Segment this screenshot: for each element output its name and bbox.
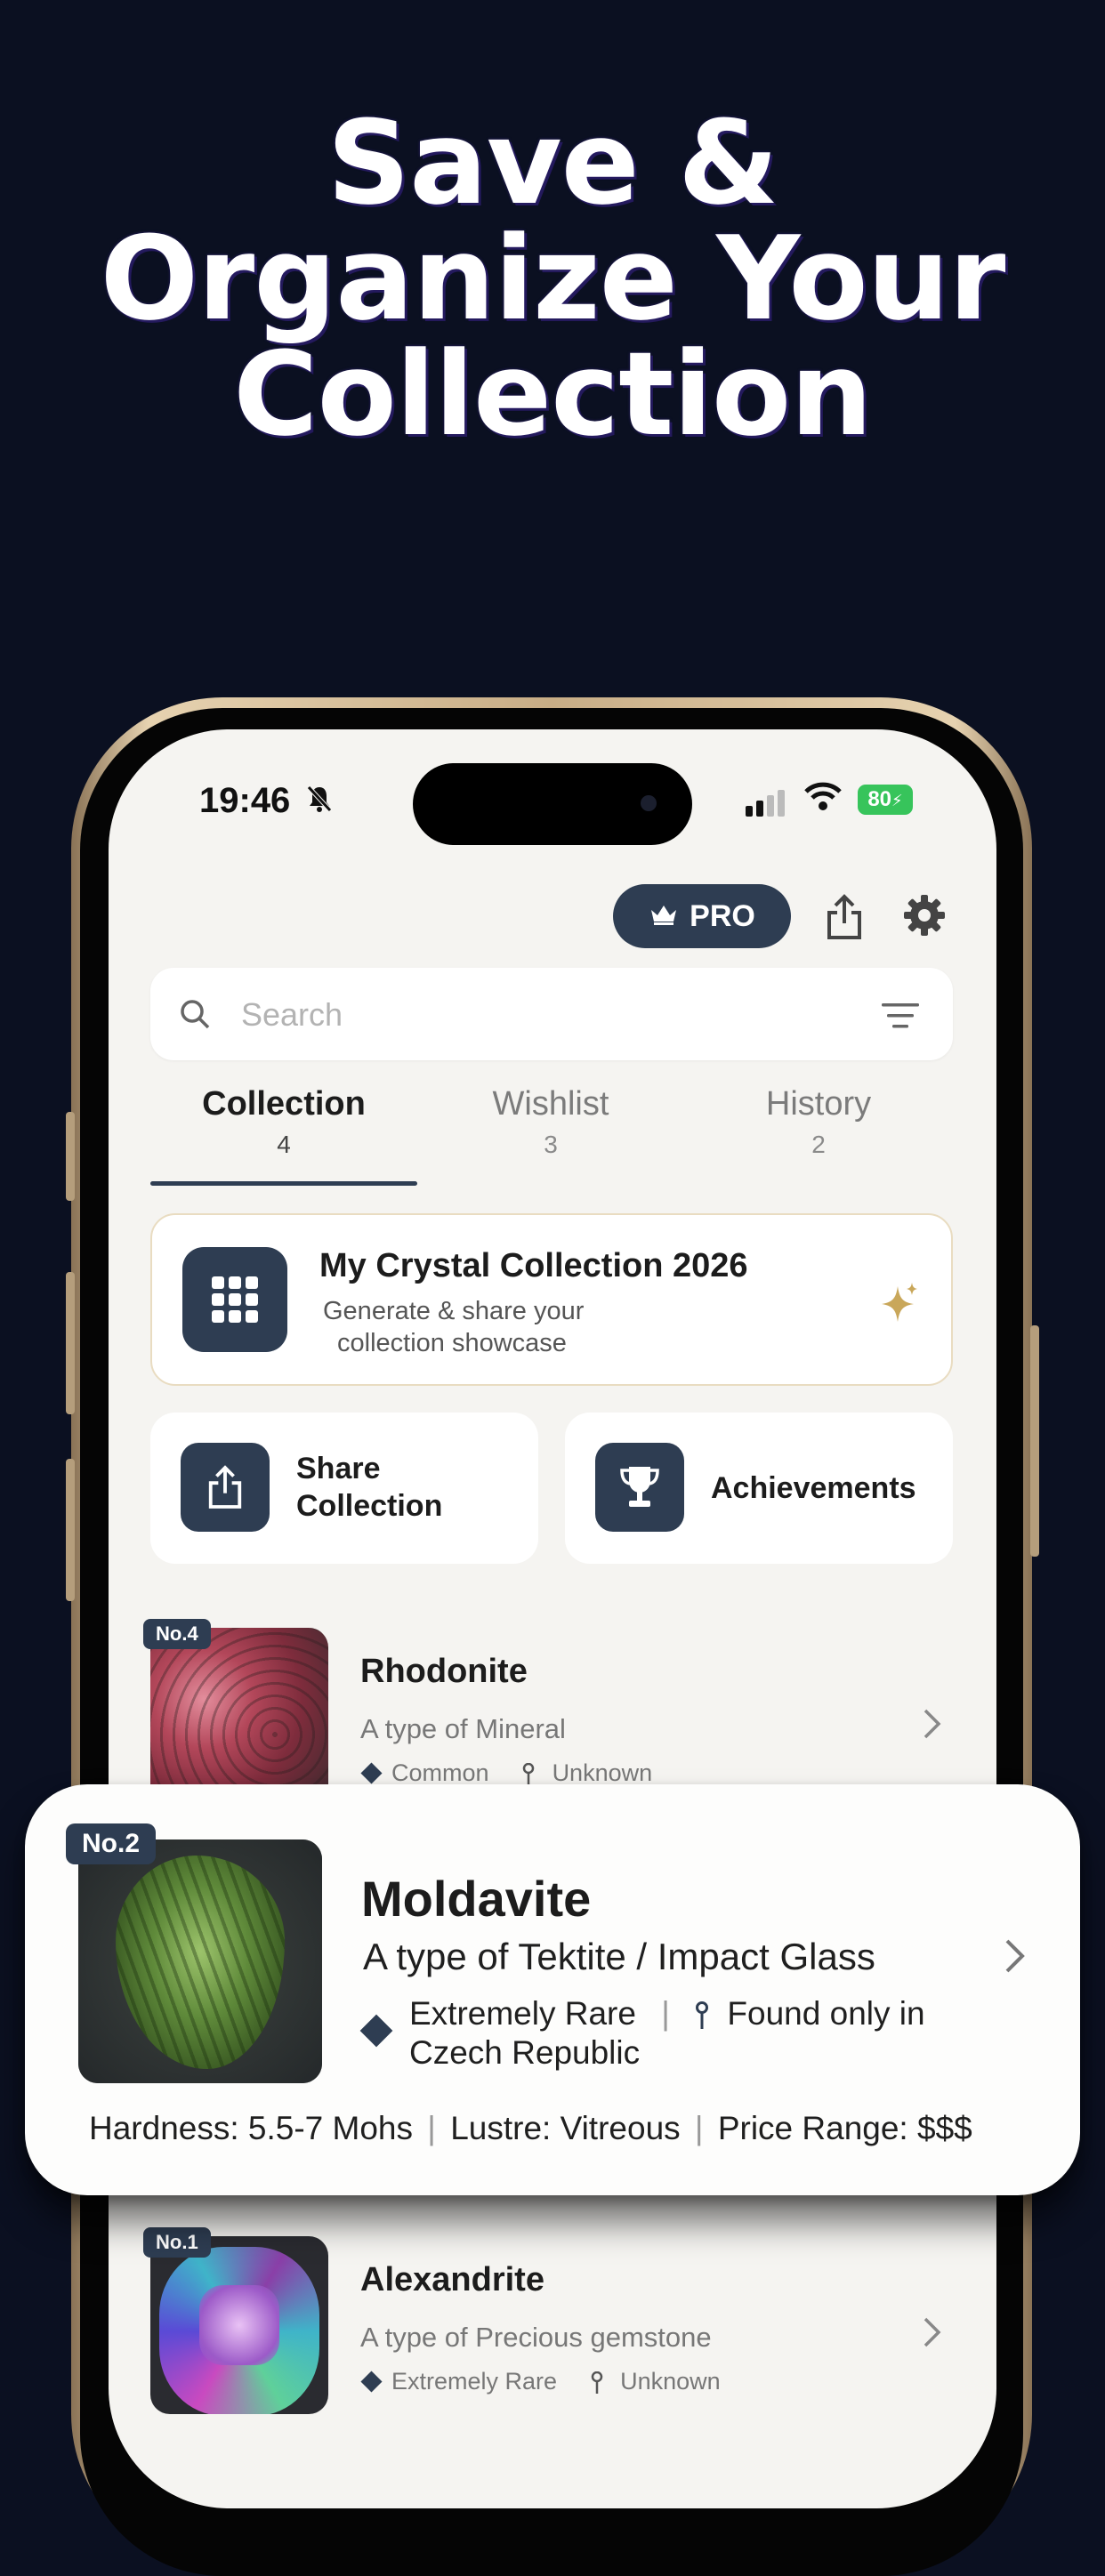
showcase-subtitle-line-2: collection showcase [337,1329,567,1357]
crown-icon [649,899,679,934]
achievements-card[interactable]: Achievements [565,1413,953,1564]
showcase-title: My Crystal Collection 2026 [319,1247,748,1284]
pro-button[interactable]: PRO [613,884,791,948]
pin-icon [695,1995,718,2032]
item-meta: Extremely Rare Unknown [360,2368,721,2395]
share-collection-label: Share Collection [296,1450,442,1525]
wifi-icon [804,781,842,816]
battery-indicator: 80⚡ [858,785,913,815]
pin-icon [522,1759,542,1786]
volume-button [66,1459,75,1601]
share-label-line-1: Share [296,1452,381,1485]
cellular-signal-icon [746,790,788,817]
rarity-icon [359,2014,393,2048]
status-time: 19:46 [199,781,291,820]
showcase-subtitle-line-1: Generate & share your [323,1297,585,1325]
item-properties: Hardness: 5.5-7 Mohs | Lustre: Vitreous … [89,2110,972,2146]
showcase-subtitle: Generate & share your collection showcas… [323,1295,584,1359]
share-icon [181,1443,270,1532]
list-item[interactable]: No.4 Rhodonite A type of Mineral Common … [143,1619,953,1806]
search-icon [179,998,211,1034]
rarity-icon [360,2371,383,2393]
chevron-right-icon [923,1708,942,1744]
headline-line-1: Save & [327,95,779,230]
item-name: Rhodonite [360,1653,528,1690]
search-bar[interactable]: Search [150,968,953,1060]
battery-level: 80 [867,787,892,811]
rank-badge: No.1 [143,2227,211,2258]
item-rarity: Common [391,1759,489,1786]
active-tab-indicator [150,1181,417,1186]
item-rarity: Extremely Rare [409,1995,636,2032]
tab-history[interactable]: History 2 [685,1085,952,1159]
chevron-right-icon [1004,1937,1027,1979]
alexandrite-image [150,2236,328,2414]
tab-collection[interactable]: Collection 4 [150,1085,417,1159]
gear-icon[interactable] [902,893,947,942]
item-type: A type of Tektite / Impact Glass [363,1936,875,1977]
achievements-label: Achievements [711,1471,916,1505]
trophy-icon [595,1443,684,1532]
headline-line-2: Organize Your [100,211,1006,346]
power-button [1030,1325,1039,1557]
collection-showcase-card[interactable]: My Crystal Collection 2026 Generate & sh… [150,1213,953,1386]
chevron-right-icon [923,2316,942,2353]
tab-label: Wishlist [492,1085,609,1123]
item-name: Moldavite [361,1871,592,1927]
item-price-range: Price Range: $$$ [717,2110,972,2146]
rarity-icon [360,1762,383,1784]
search-input[interactable]: Search [241,996,343,1034]
tab-count: 3 [544,1131,558,1158]
item-meta: Common Unknown [360,1759,652,1787]
item-lustre: Lustre: Vitreous [450,2110,681,2146]
rank-badge: No.4 [143,1619,211,1649]
featured-item-card[interactable]: No.2 Moldavite A type of Tektite / Impac… [25,1784,1080,2195]
headline: Save & Organize Your Collection [0,105,1105,452]
share-icon[interactable] [824,893,865,946]
item-name: Alexandrite [360,2261,544,2298]
headline-line-3: Collection [233,326,873,462]
moldavite-image [78,1839,322,2083]
item-hardness: Hardness: 5.5-7 Mohs [89,2110,414,2146]
pro-label: PRO [690,898,755,933]
rank-badge: No.2 [66,1823,157,1864]
item-location-line-2: Czech Republic [409,2034,641,2071]
bell-mute-icon [306,785,333,820]
grid-icon [182,1247,287,1352]
list-item[interactable]: No.1 Alexandrite A type of Precious gems… [143,2227,953,2414]
tab-count: 4 [277,1131,291,1158]
volume-up-button [66,1112,75,1201]
item-meta: Extremely Rare | Found only in Czech Rep… [409,1995,925,2071]
tab-wishlist[interactable]: Wishlist 3 [417,1085,684,1159]
phone-screen: 19:46 80⚡ PRO Search Collection 4 Wishli… [109,729,996,2508]
share-collection-card[interactable]: Share Collection [150,1413,538,1564]
share-label-line-2: Collection [296,1489,443,1523]
volume-down-button [66,1272,75,1414]
item-type: A type of Mineral [360,1713,566,1744]
tab-label: History [765,1085,872,1123]
item-location-line-1: Found only in [727,1995,925,2032]
tab-label: Collection [202,1085,366,1123]
sparkle-icon [880,1281,919,1330]
dynamic-island [413,763,692,845]
rhodonite-image [150,1628,328,1806]
item-location: Unknown [552,1759,653,1786]
item-type: A type of Precious gemstone [360,2322,712,2353]
tab-count: 2 [811,1131,826,1158]
filter-icon[interactable] [882,1003,919,1033]
